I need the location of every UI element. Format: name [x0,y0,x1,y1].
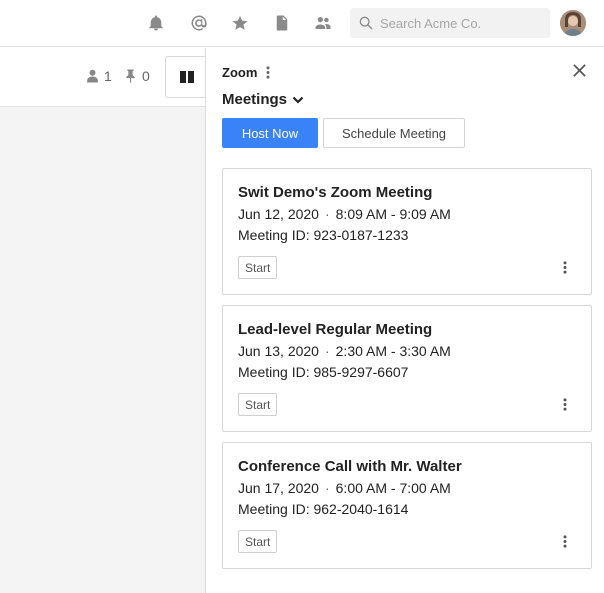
host-now-button[interactable]: Host Now [222,118,318,148]
meeting-datetime: Jun 13, 2020 · 2:30 AM - 3:30 AM [238,343,451,359]
schedule-meeting-button[interactable]: Schedule Meeting [323,118,465,148]
members-count: 1 [104,68,112,84]
star-icon[interactable] [230,13,250,33]
channel-header: 1 0 [0,48,207,107]
bell-icon[interactable] [146,13,166,33]
more-options-icon[interactable] [559,532,571,550]
start-button[interactable]: Start [238,393,278,416]
split-view-icon [179,71,194,83]
pin-icon [126,69,135,83]
members-counter[interactable]: 1 [86,68,112,84]
meeting-title: Swit Demo's Zoom Meeting [238,184,433,201]
more-options-icon[interactable] [559,395,571,413]
section-label: Meetings [222,91,288,108]
channel-area: 1 0 [0,48,207,593]
top-bar [0,0,604,47]
search-input[interactable] [380,15,540,31]
meeting-date: Jun 13, 2020 [238,343,319,359]
people-icon[interactable] [313,13,333,33]
side-panel-toggle-button[interactable] [165,56,207,98]
meeting-card[interactable]: Lead-level Regular Meeting Jun 13, 2020 … [222,305,592,432]
chevron-down-icon [292,96,304,104]
search-icon [359,16,373,30]
person-icon [87,69,98,83]
more-options-icon[interactable] [559,258,571,276]
meeting-date: Jun 17, 2020 [238,480,319,496]
meeting-datetime: Jun 17, 2020 · 6:00 AM - 7:00 AM [238,480,451,496]
start-button[interactable]: Start [238,256,278,279]
meeting-id: Meeting ID: 962-2040-1614 [238,501,409,517]
meeting-datetime: Jun 12, 2020 · 8:09 AM - 9:09 AM [238,206,451,222]
at-sign-icon[interactable] [189,13,209,33]
meeting-time: 6:00 AM - 7:00 AM [335,480,451,496]
start-button[interactable]: Start [238,530,278,553]
separator: · [324,343,330,359]
meeting-card[interactable]: Conference Call with Mr. Walter Jun 17, … [222,442,592,569]
document-icon[interactable] [272,13,292,33]
separator: · [324,480,330,496]
app-title: Zoom [222,65,258,80]
meeting-id: Meeting ID: 923-0187-1233 [238,227,409,243]
pinned-counter[interactable]: 0 [124,68,150,84]
meeting-id: Meeting ID: 985-9297-6607 [238,364,409,380]
close-icon[interactable] [572,63,590,81]
meeting-title: Lead-level Regular Meeting [238,321,433,338]
meeting-date: Jun 12, 2020 [238,206,319,222]
meeting-card[interactable]: Swit Demo's Zoom Meeting Jun 12, 2020 · … [222,168,592,295]
section-dropdown[interactable]: Meetings [222,91,304,108]
search-box[interactable] [350,8,550,38]
separator: · [324,206,330,222]
avatar[interactable] [560,10,586,36]
meeting-time: 8:09 AM - 9:09 AM [335,206,451,222]
meeting-title: Conference Call with Mr. Walter [238,458,462,475]
meeting-time: 2:30 AM - 3:30 AM [335,343,451,359]
app-more-icon[interactable] [262,64,274,80]
zoom-app-panel: Zoom Meetings Host Now Schedule Meeting … [205,48,604,593]
pinned-count: 0 [142,68,150,84]
